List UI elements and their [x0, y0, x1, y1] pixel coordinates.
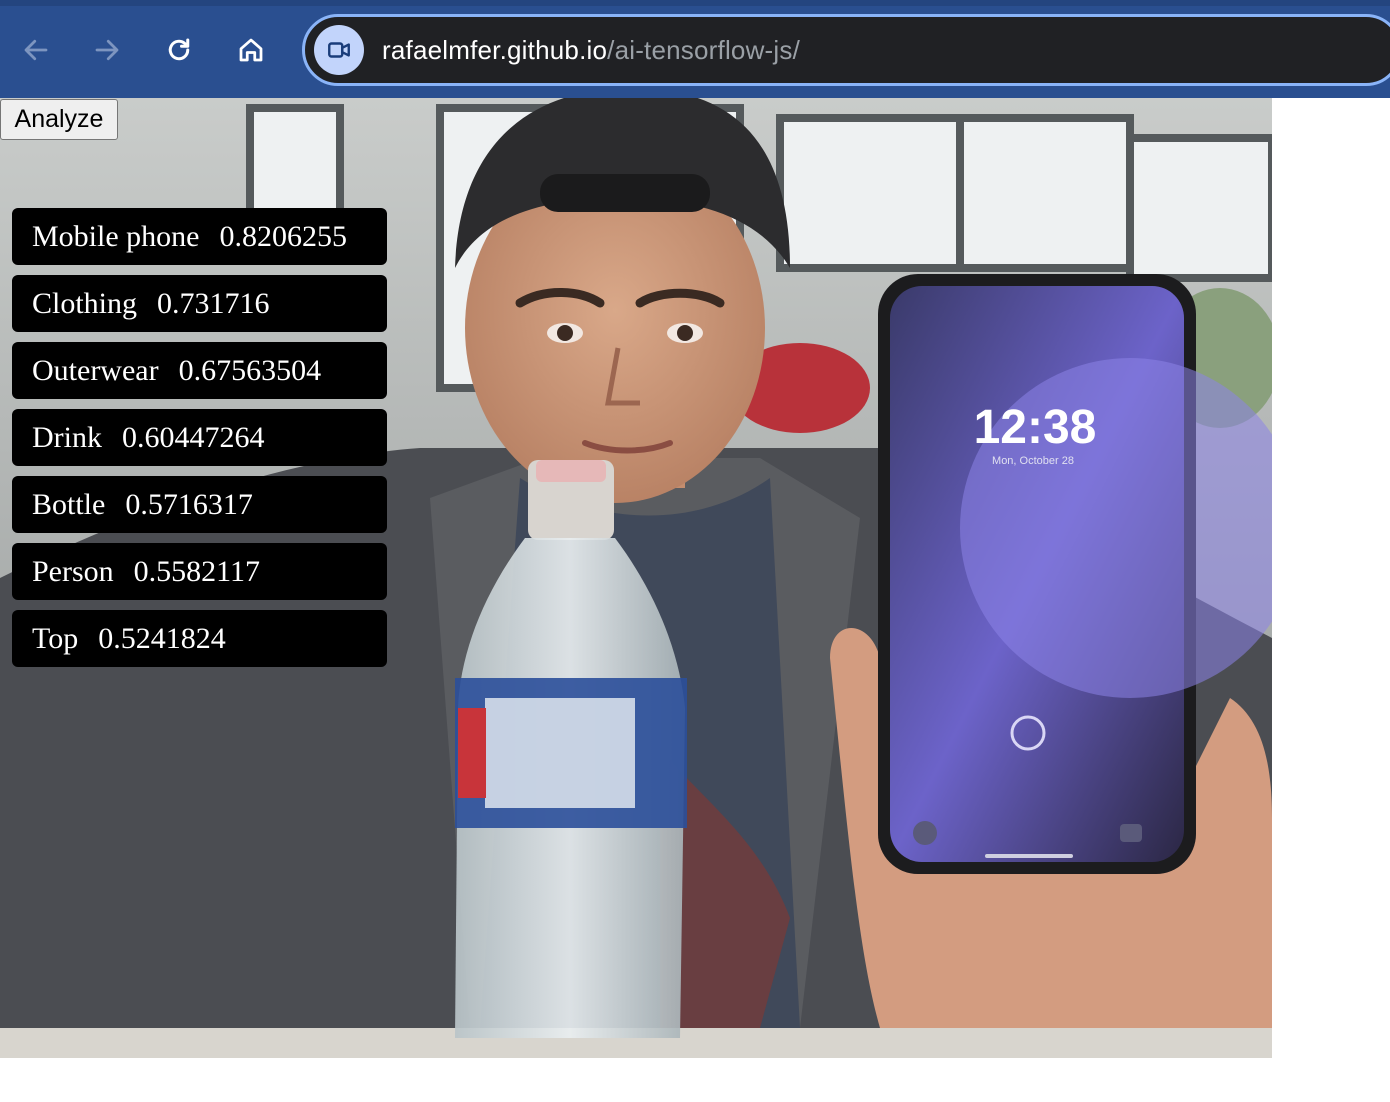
prediction-score: 0.67563504	[178, 353, 322, 387]
home-icon	[239, 38, 263, 62]
prediction-label: Person	[32, 554, 114, 588]
phone-home-indicator	[985, 854, 1073, 858]
back-button[interactable]	[14, 28, 58, 72]
analyze-button[interactable]: Analyze	[0, 99, 118, 140]
cap-strap	[540, 174, 710, 212]
url-path: /ai-tensorflow-js/	[607, 34, 801, 65]
prediction-label: Outerwear	[32, 353, 159, 387]
prediction-item: Person 0.5582117	[12, 543, 387, 600]
browser-toolbar: rafaelmfer.github.io/ai-tensorflow-js/	[0, 0, 1390, 98]
phone-date: Mon, October 28	[992, 455, 1074, 467]
reload-button[interactable]	[157, 28, 201, 72]
prediction-item: Clothing 0.731716	[12, 275, 387, 332]
prediction-item: Mobile phone 0.8206255	[12, 208, 387, 265]
prediction-item: Drink 0.60447264	[12, 409, 387, 466]
prediction-label: Top	[32, 621, 79, 655]
address-bar[interactable]: rafaelmfer.github.io/ai-tensorflow-js/	[302, 14, 1390, 86]
arrow-right-icon	[95, 39, 119, 61]
phone-moon-icon	[913, 821, 937, 845]
url-text: rafaelmfer.github.io/ai-tensorflow-js/	[382, 35, 800, 66]
site-info-button[interactable]	[314, 25, 364, 75]
arrow-left-icon	[24, 39, 48, 61]
prediction-score: 0.731716	[157, 286, 270, 320]
tab-strip-edge	[0, 0, 1390, 6]
phone-camera-icon	[1120, 824, 1142, 842]
prediction-score: 0.60447264	[122, 420, 265, 454]
prediction-item: Outerwear 0.67563504	[12, 342, 387, 399]
prediction-label: Clothing	[32, 286, 138, 320]
prediction-score: 0.5582117	[133, 554, 261, 588]
video-camera-icon	[328, 42, 350, 58]
prediction-label: Drink	[32, 420, 102, 454]
prediction-label: Mobile phone	[32, 219, 200, 253]
home-button[interactable]	[229, 28, 273, 72]
forward-button[interactable]	[85, 28, 129, 72]
prediction-score: 0.5716317	[125, 487, 253, 521]
url-host: rafaelmfer.github.io	[382, 34, 608, 65]
prediction-list: Mobile phone 0.8206255 Clothing 0.731716 Out…	[12, 208, 387, 677]
prediction-score: 0.8206255	[219, 219, 347, 253]
prediction-label: Bottle	[32, 487, 106, 521]
reload-icon	[168, 38, 190, 61]
prediction-item: Top 0.5241824	[12, 610, 387, 667]
prediction-item: Bottle 0.5716317	[12, 476, 387, 533]
prediction-score: 0.5241824	[98, 621, 226, 655]
phone-clock: 12:38	[974, 401, 1097, 454]
